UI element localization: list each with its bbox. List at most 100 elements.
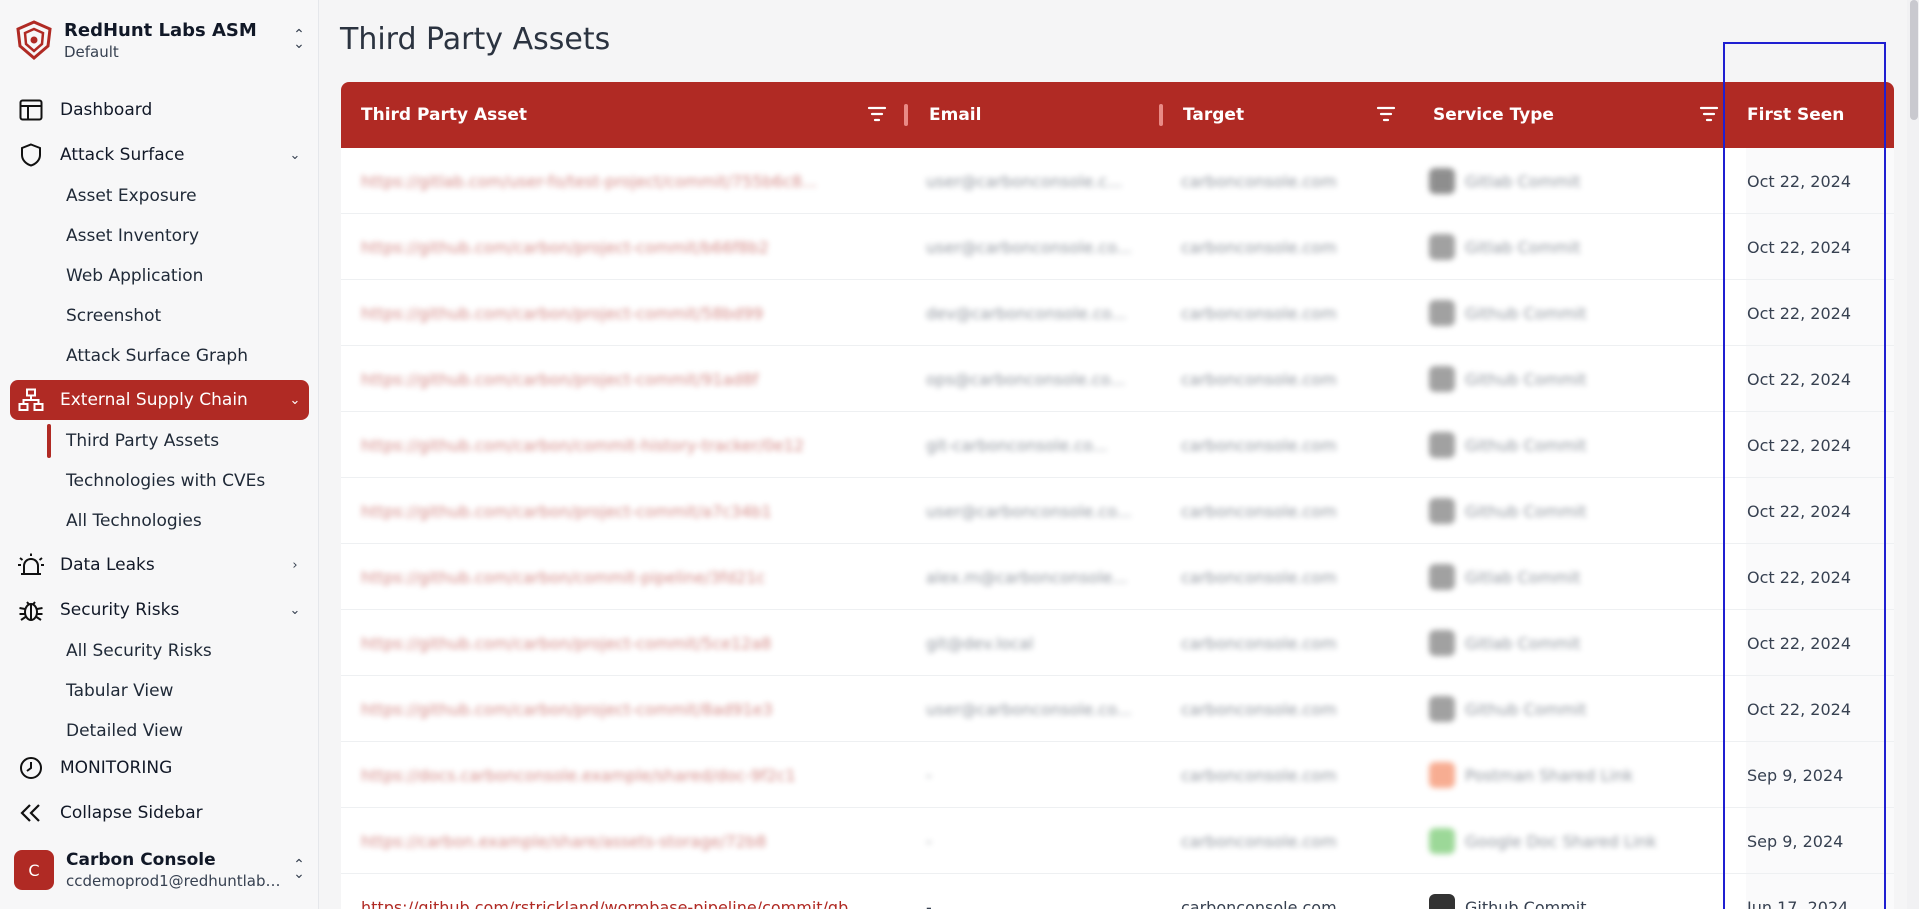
chevron-right-icon: › (292, 557, 298, 573)
first-seen-cell: Oct 22, 2024 (1747, 369, 1851, 389)
network-icon (16, 385, 46, 415)
table-row[interactable]: https://github.com/carbon/project-commit… (341, 676, 1894, 742)
avatar: C (14, 850, 54, 890)
table-row[interactable]: https://github.com/carbon/project-commit… (341, 346, 1894, 412)
filter-icon[interactable] (1376, 104, 1396, 124)
collapse-sidebar-button[interactable]: Collapse Sidebar (10, 793, 309, 833)
nav-attack-surface[interactable]: Attack Surface ⌄ (10, 135, 309, 175)
email-cell: - (926, 765, 932, 785)
user-menu[interactable]: C Carbon Console ccdemoprod1@redhuntlabs… (14, 844, 309, 896)
nav-detailed-view[interactable]: Detailed View (66, 716, 183, 746)
nav-all-technologies[interactable]: All Technologies (66, 506, 202, 536)
nav-screenshot[interactable]: Screenshot (66, 301, 161, 331)
service-type-cell: Github Commit (1429, 478, 1709, 544)
target-cell: carbonconsole.com (1181, 567, 1337, 587)
org-switcher[interactable]: RedHunt Labs ASM Default ⌃ ⌄ (14, 16, 309, 64)
table-row[interactable]: https://github.com/carbon/commit-pipelin… (341, 544, 1894, 610)
column-resize-handle[interactable] (904, 104, 908, 126)
email-cell: - (926, 897, 932, 909)
nav-monitoring[interactable]: MONITORING (10, 748, 309, 788)
table-row[interactable]: https://github.com/carbon/commit-history… (341, 412, 1894, 478)
col-header-email[interactable]: Email (929, 82, 981, 148)
table-row[interactable]: https://gitlab.com/user-fo/test-project/… (341, 148, 1894, 214)
table-row[interactable]: https://github.com/carbon/project-commit… (341, 214, 1894, 280)
first-seen-cell: Oct 22, 2024 (1747, 435, 1851, 455)
table-row[interactable]: https://docs.carbonconsole.example/share… (341, 742, 1894, 808)
asset-link[interactable]: https://github.com/carbon/project-commit… (361, 478, 901, 544)
asset-link[interactable]: https://github.com/carbon/project-commit… (361, 280, 901, 346)
first-seen-cell: Sep 9, 2024 (1747, 831, 1844, 851)
first-seen-cell: Oct 22, 2024 (1747, 171, 1851, 191)
nav-asset-exposure[interactable]: Asset Exposure (66, 181, 197, 211)
table-row[interactable]: https://github.com/rstrickland/wormbase-… (341, 874, 1894, 909)
service-type-cell: Gitlab Commit (1429, 148, 1709, 214)
nav-technologies-with-cves[interactable]: Technologies with CVEs (66, 466, 265, 496)
nav-security-risks[interactable]: Security Risks ⌄ (10, 590, 309, 630)
nav-asset-inventory[interactable]: Asset Inventory (66, 221, 199, 251)
third-party-assets-table: Third Party Asset Email Target Service T… (341, 82, 1894, 909)
nav-data-leaks[interactable]: Data Leaks › (10, 545, 309, 585)
table-row[interactable]: https://github.com/carbon/project-commit… (341, 280, 1894, 346)
email-cell: dev@carbonconsole.co... (926, 303, 1127, 323)
service-logo-icon (1429, 168, 1455, 194)
bug-icon (16, 595, 46, 625)
nav-attack-surface-graph[interactable]: Attack Surface Graph (66, 341, 248, 371)
nav-dashboard[interactable]: Dashboard (10, 90, 309, 130)
email-cell: user@carbonconsole.co... (926, 501, 1132, 521)
scrollbar-thumb[interactable] (1910, 0, 1918, 120)
active-indicator (47, 424, 51, 458)
col-header-service-type[interactable]: Service Type (1433, 82, 1554, 148)
asset-link[interactable]: https://github.com/carbon/commit-history… (361, 412, 901, 478)
target-cell: carbonconsole.com (1181, 765, 1337, 785)
nav-external-supply-chain-label: External Supply Chain (60, 390, 248, 410)
table-row[interactable]: https://github.com/carbon/project-commit… (341, 610, 1894, 676)
service-logo-icon (1429, 630, 1455, 656)
service-logo-icon (1429, 828, 1455, 854)
asset-link[interactable]: https://github.com/carbon/commit-pipelin… (361, 544, 901, 610)
chevron-updown-icon[interactable]: ⌃ ⌄ (289, 858, 309, 882)
user-email: ccdemoprod1@redhuntlabs... (66, 872, 286, 890)
asset-link[interactable]: https://github.com/carbon/project-commit… (361, 214, 901, 280)
filter-icon[interactable] (1699, 104, 1719, 124)
filter-icon[interactable] (867, 104, 887, 124)
asset-link[interactable]: https://github.com/rstrickland/wormbase-… (361, 874, 901, 909)
dashboard-icon (16, 95, 46, 125)
nav-tabular-view[interactable]: Tabular View (66, 676, 173, 706)
table-row[interactable]: https://github.com/carbon/project-commit… (341, 478, 1894, 544)
email-cell: alex.m@carbonconsole... (926, 567, 1128, 587)
nav-external-supply-chain[interactable]: External Supply Chain ⌄ (10, 380, 309, 420)
asset-link[interactable]: https://github.com/carbon/project-commit… (361, 610, 901, 676)
col-header-target[interactable]: Target (1183, 82, 1244, 148)
email-cell: ops@carbonconsole.co... (926, 369, 1126, 389)
service-type-cell: Github Commit (1429, 346, 1709, 412)
col-header-asset[interactable]: Third Party Asset (361, 82, 527, 148)
first-seen-cell: Oct 22, 2024 (1747, 501, 1851, 521)
service-type-cell: Github Commit (1429, 874, 1709, 909)
service-type-label: Github Commit (1465, 303, 1587, 323)
workspace-name: Default (64, 42, 119, 61)
service-logo-icon (1429, 762, 1455, 788)
column-resize-handle[interactable] (1159, 104, 1163, 126)
service-type-label: Github Commit (1465, 699, 1587, 719)
chevron-updown-icon[interactable]: ⌃ ⌄ (289, 28, 309, 52)
asset-link[interactable]: https://gitlab.com/user-fo/test-project/… (361, 148, 901, 214)
email-cell: user@carbonconsole.c... (926, 171, 1123, 191)
scrollbar-track[interactable] (1907, 0, 1919, 909)
nav-web-application[interactable]: Web Application (66, 261, 203, 291)
asset-link[interactable]: https://github.com/carbon/project-commit… (361, 676, 901, 742)
email-cell: git-carbonconsole.co... (926, 435, 1108, 455)
user-name: Carbon Console (66, 850, 216, 870)
nav-all-security-risks[interactable]: All Security Risks (66, 636, 212, 666)
asset-link[interactable]: https://carbon.example/share/assets-stor… (361, 808, 901, 874)
nav-third-party-assets[interactable]: Third Party Assets (66, 426, 219, 456)
table-row[interactable]: https://carbon.example/share/assets-stor… (341, 808, 1894, 874)
target-cell: carbonconsole.com (1181, 633, 1337, 653)
target-cell: carbonconsole.com (1181, 501, 1337, 521)
org-name: RedHunt Labs ASM (64, 19, 257, 41)
shield-icon (16, 140, 46, 170)
col-header-first-seen[interactable]: First Seen (1747, 82, 1844, 148)
asset-link[interactable]: https://github.com/carbon/project-commit… (361, 346, 901, 412)
target-cell: carbonconsole.com (1181, 699, 1337, 719)
asset-link[interactable]: https://docs.carbonconsole.example/share… (361, 742, 901, 808)
service-type-cell: Gitlab Commit (1429, 544, 1709, 610)
